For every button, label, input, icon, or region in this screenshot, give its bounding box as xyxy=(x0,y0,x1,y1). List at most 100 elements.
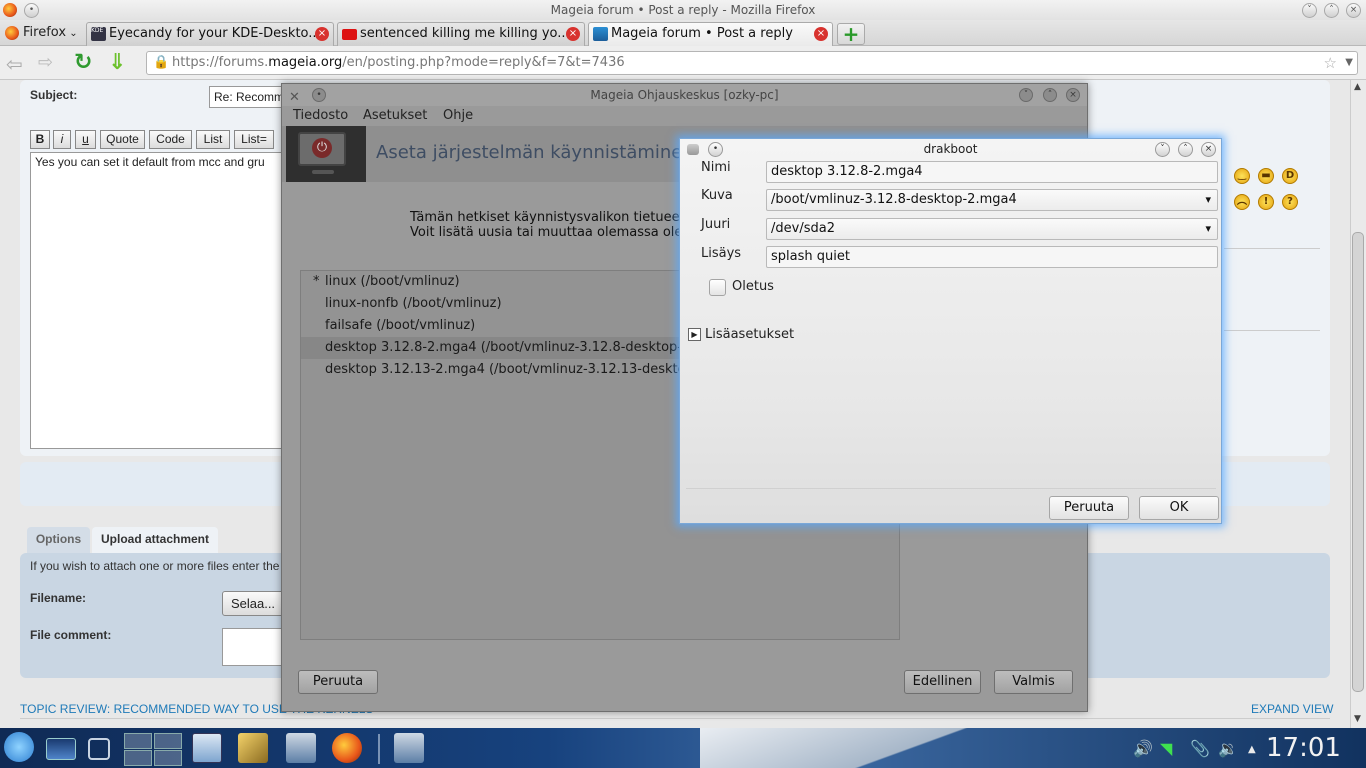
mcc-maximize-button[interactable]: ˄ xyxy=(1043,88,1057,102)
code-button[interactable]: Code xyxy=(149,130,192,149)
mcc-close-button[interactable]: × xyxy=(1066,88,1080,102)
maximize-button[interactable]: ˄ xyxy=(1324,3,1339,18)
name-field[interactable]: desktop 3.12.8-2.mga4 xyxy=(766,161,1218,183)
default-checkbox[interactable] xyxy=(709,279,726,296)
mcc-menu-button[interactable]: • xyxy=(312,88,326,102)
cool-smiley-icon[interactable]: ▬ xyxy=(1258,168,1274,184)
tab-youtube[interactable]: sentenced killing me killing yo... × xyxy=(337,22,585,46)
question-smiley-icon[interactable]: ? xyxy=(1282,194,1298,210)
sad-smiley-icon[interactable]: ︵ xyxy=(1234,194,1250,210)
url-bar[interactable]: 🔒 https://forums.mageia.org/en/posting.p… xyxy=(146,51,1358,75)
list-ordered-button[interactable]: List= xyxy=(234,130,274,149)
minimize-button[interactable]: ˅ xyxy=(1302,3,1317,18)
underline-button[interactable]: u xyxy=(75,130,96,149)
browse-button[interactable]: Selaa... xyxy=(222,591,284,616)
speaker-icon[interactable]: 🔉 xyxy=(1218,739,1238,758)
scrollbar-thumb[interactable] xyxy=(1352,232,1364,692)
pager-desktop-1[interactable] xyxy=(124,733,152,749)
divider xyxy=(1224,330,1320,331)
mcc-minimize-button[interactable]: ˅ xyxy=(1019,88,1033,102)
mcc-done-button[interactable]: Valmis xyxy=(994,670,1073,694)
taskbar-separator xyxy=(378,734,380,764)
list-button[interactable]: List xyxy=(196,130,230,149)
taskbar-clock[interactable]: 17:01 xyxy=(1266,733,1341,763)
file-comment-input[interactable] xyxy=(222,628,284,666)
menu-help[interactable]: Ohje xyxy=(443,108,473,123)
attach-hint: If you wish to attach one or more files … xyxy=(30,559,280,573)
image-combobox[interactable]: /boot/vmlinuz-3.12.8-desktop-2.mga4 ▾ xyxy=(766,189,1218,211)
bold-button[interactable]: B xyxy=(30,130,50,149)
quote-button[interactable]: Quote xyxy=(100,130,145,149)
drakboot-menu-button[interactable]: • xyxy=(708,142,723,157)
default-marker: * xyxy=(313,274,320,289)
scroll-down-icon[interactable]: ▼ xyxy=(1354,714,1361,724)
bookmark-star-icon[interactable]: ☆ xyxy=(1324,52,1337,74)
drakboot-maximize-button[interactable]: ˄ xyxy=(1178,142,1193,157)
name-value: desktop 3.12.8-2.mga4 xyxy=(771,164,923,179)
drakboot-app-icon xyxy=(687,144,699,155)
url-prefix: https://forums. xyxy=(172,55,269,70)
drakboot-ok-button[interactable]: OK xyxy=(1139,496,1219,520)
mageia-favicon-icon xyxy=(593,27,608,41)
close-tab-icon[interactable]: × xyxy=(315,27,329,41)
url-dropdown-icon[interactable]: ▼ xyxy=(1345,52,1353,74)
mcc-previous-button[interactable]: Edellinen xyxy=(904,670,981,694)
expand-view-link[interactable]: EXPAND VIEW xyxy=(1251,702,1333,716)
mcc-page-heading: Aseta järjestelmän käynnistäminen xyxy=(376,142,694,163)
close-tab-icon[interactable]: × xyxy=(566,27,580,41)
close-window-button[interactable]: × xyxy=(1346,3,1361,18)
tab-bar: Firefox ⌄ KDE Eyecandy for your KDE-Desk… xyxy=(0,20,1366,46)
menu-file[interactable]: Tiedosto xyxy=(293,108,348,123)
reload-icon[interactable]: ↻ xyxy=(74,50,92,75)
boot-power-icon: ⏻ xyxy=(286,126,366,182)
pager-desktop-3[interactable] xyxy=(124,750,152,766)
close-tab-icon[interactable]: × xyxy=(814,27,828,41)
back-icon[interactable]: ⇦ xyxy=(6,52,23,76)
tab-eyecandy[interactable]: KDE Eyecandy for your KDE-Deskto... × xyxy=(86,22,334,46)
activities-icon[interactable] xyxy=(88,738,110,760)
default-checkbox-label[interactable]: Oletus xyxy=(732,279,774,294)
message-textarea[interactable]: Yes you can set it default from mcc and … xyxy=(30,152,290,449)
window-menu-button[interactable]: • xyxy=(24,3,39,18)
advanced-expander[interactable]: Lisäasetukset xyxy=(705,327,794,342)
tab-upload-attachment[interactable]: Upload attachment xyxy=(92,527,218,554)
mcc-cancel-button[interactable]: Peruuta xyxy=(298,670,378,694)
exclamation-smiley-icon[interactable]: ! xyxy=(1258,194,1274,210)
attachment-clip-icon[interactable]: 📎 xyxy=(1190,739,1210,758)
subject-input[interactable]: Re: Recomm xyxy=(209,86,289,108)
show-desktop-icon[interactable] xyxy=(46,738,76,760)
drakboot-taskbar-icon[interactable] xyxy=(394,733,424,763)
wifi-icon[interactable]: ◥ xyxy=(1160,739,1172,758)
root-combobox[interactable]: /dev/sda2 ▾ xyxy=(766,218,1218,240)
lock-icon: 🔒 xyxy=(153,55,170,70)
italic-button[interactable]: i xyxy=(53,130,71,149)
application-launcher-icon[interactable] xyxy=(4,732,34,762)
pager-desktop-4[interactable] xyxy=(154,750,182,766)
pager-desktop-2[interactable] xyxy=(154,733,182,749)
append-field[interactable]: splash quiet xyxy=(766,246,1218,268)
firefox-taskbar-icon[interactable] xyxy=(332,733,362,763)
firefox-logo-icon xyxy=(3,3,17,17)
drakboot-minimize-button[interactable]: ˅ xyxy=(1155,142,1170,157)
drakboot-cancel-button[interactable]: Peruuta xyxy=(1049,496,1129,520)
forward-icon[interactable]: ⇨ xyxy=(38,52,53,73)
firefox-menu-button[interactable]: Firefox ⌄ xyxy=(3,23,81,45)
tray-expand-icon[interactable]: ▲ xyxy=(1248,744,1256,755)
download-arrow-icon[interactable]: ⇓ xyxy=(108,50,126,75)
volume-icon[interactable]: 🔊 xyxy=(1133,739,1153,758)
drakboot-close-button[interactable]: × xyxy=(1201,142,1216,157)
tools-icon[interactable] xyxy=(238,733,268,763)
scroll-up-icon[interactable]: ▲ xyxy=(1354,82,1361,92)
expander-arrow-icon[interactable]: ▶ xyxy=(688,328,701,341)
new-tab-button[interactable]: + xyxy=(837,23,865,45)
append-label: Lisäys xyxy=(701,246,742,261)
mageia-control-center-icon[interactable] xyxy=(286,733,316,763)
laughing-smiley-icon[interactable]: D xyxy=(1282,168,1298,184)
confused-smiley-icon[interactable]: ‿ xyxy=(1234,168,1250,184)
subject-label: Subject: xyxy=(30,88,78,102)
file-manager-icon[interactable] xyxy=(192,733,222,763)
menu-settings[interactable]: Asetukset xyxy=(363,108,427,123)
boot-entry-label: linux-nonfb (/boot/vmlinuz) xyxy=(325,296,502,311)
tab-options[interactable]: Options xyxy=(27,527,90,554)
tab-mageia-forum[interactable]: Mageia forum • Post a reply × xyxy=(588,22,833,46)
